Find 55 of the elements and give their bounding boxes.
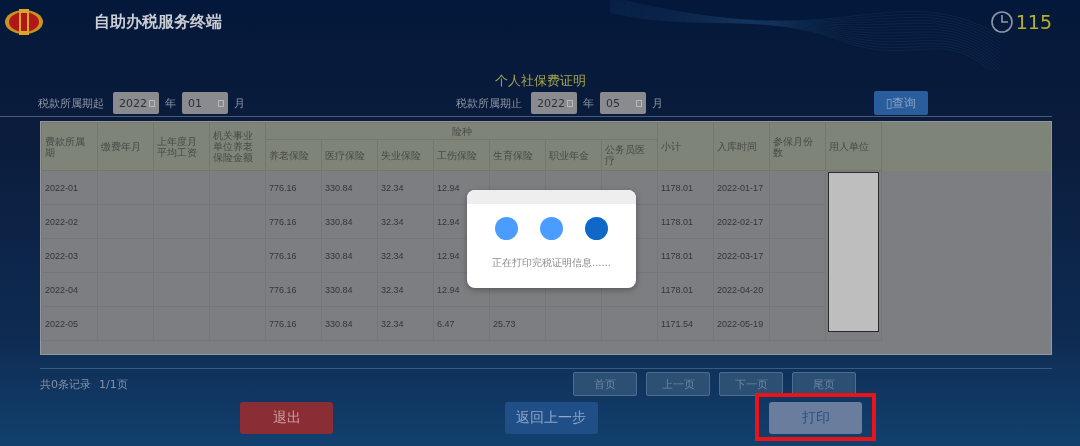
table-cell: 32.34	[377, 238, 434, 273]
table-cell: 776.16	[265, 238, 322, 273]
loading-message: 正在打印完税证明信息......	[490, 256, 613, 270]
filter-label: 税款所属期止	[456, 95, 522, 111]
record-count: 共0条记录	[40, 376, 91, 392]
table-cell: 330.84	[321, 272, 378, 307]
table-cell: 776.16	[265, 204, 322, 239]
unit-label: 年	[583, 95, 594, 111]
filter-label: 税款所属期起	[38, 95, 104, 111]
exit-button[interactable]: 退出	[240, 402, 333, 434]
table-cell: 2022-03-17	[713, 238, 770, 273]
table-cell: 25.73	[489, 306, 546, 341]
table-cell: 2022-04	[41, 272, 98, 307]
query-button[interactable]: ▯查询	[874, 91, 928, 115]
table-cell: 330.84	[321, 306, 378, 341]
app-title: 自助办税服务终端	[94, 11, 222, 33]
year-select[interactable]: 2022	[113, 92, 159, 114]
unit-label: 年	[165, 95, 176, 111]
page-count: 1/1页	[99, 376, 128, 392]
table-cell: 330.84	[321, 170, 378, 205]
print-button[interactable]: 打印	[769, 402, 862, 434]
table-cell: 330.84	[321, 238, 378, 273]
table-cell: 2022-05-19	[713, 306, 770, 341]
table-cell: 1171.54	[657, 306, 714, 341]
table-cell: 1178.01	[657, 204, 714, 239]
table-cell: 776.16	[265, 170, 322, 205]
table-cell: 1178.01	[657, 238, 714, 273]
unit-label: 月	[652, 95, 663, 111]
pager-button[interactable]: 首页	[573, 372, 637, 396]
back-button[interactable]: 返回上一步	[504, 402, 598, 434]
table-cell: 2022-05	[41, 306, 98, 341]
table-cell: 6.47	[433, 306, 490, 341]
year-select[interactable]: 2022	[531, 92, 577, 114]
countdown-number: 115	[1015, 11, 1052, 33]
month-select[interactable]: 05	[600, 92, 646, 114]
pager-button[interactable]: 尾页	[792, 372, 856, 396]
table-cell: 2022-04-20	[713, 272, 770, 307]
table-cell: 32.34	[377, 272, 434, 307]
table-cell: 776.16	[265, 306, 322, 341]
table-cell: 2022-03	[41, 238, 98, 273]
table-cell: 2022-02	[41, 204, 98, 239]
table-cell: 2022-02-17	[713, 204, 770, 239]
month-select[interactable]: 01	[182, 92, 228, 114]
table-cell: 1178.01	[657, 170, 714, 205]
unit-label: 月	[234, 95, 245, 111]
table-cell: 32.34	[377, 204, 434, 239]
table-cell: 32.34	[377, 170, 434, 205]
table-cell: 776.16	[265, 272, 322, 307]
table-cell: 330.84	[321, 204, 378, 239]
clock-icon	[989, 10, 1014, 34]
table-cell: 1178.01	[657, 272, 714, 307]
page-title: 个人社保费证明	[493, 72, 587, 90]
table-cell: 2022-01	[41, 170, 98, 205]
table-cell: 32.34	[377, 306, 434, 341]
table-cell: 2022-01-17	[713, 170, 770, 205]
